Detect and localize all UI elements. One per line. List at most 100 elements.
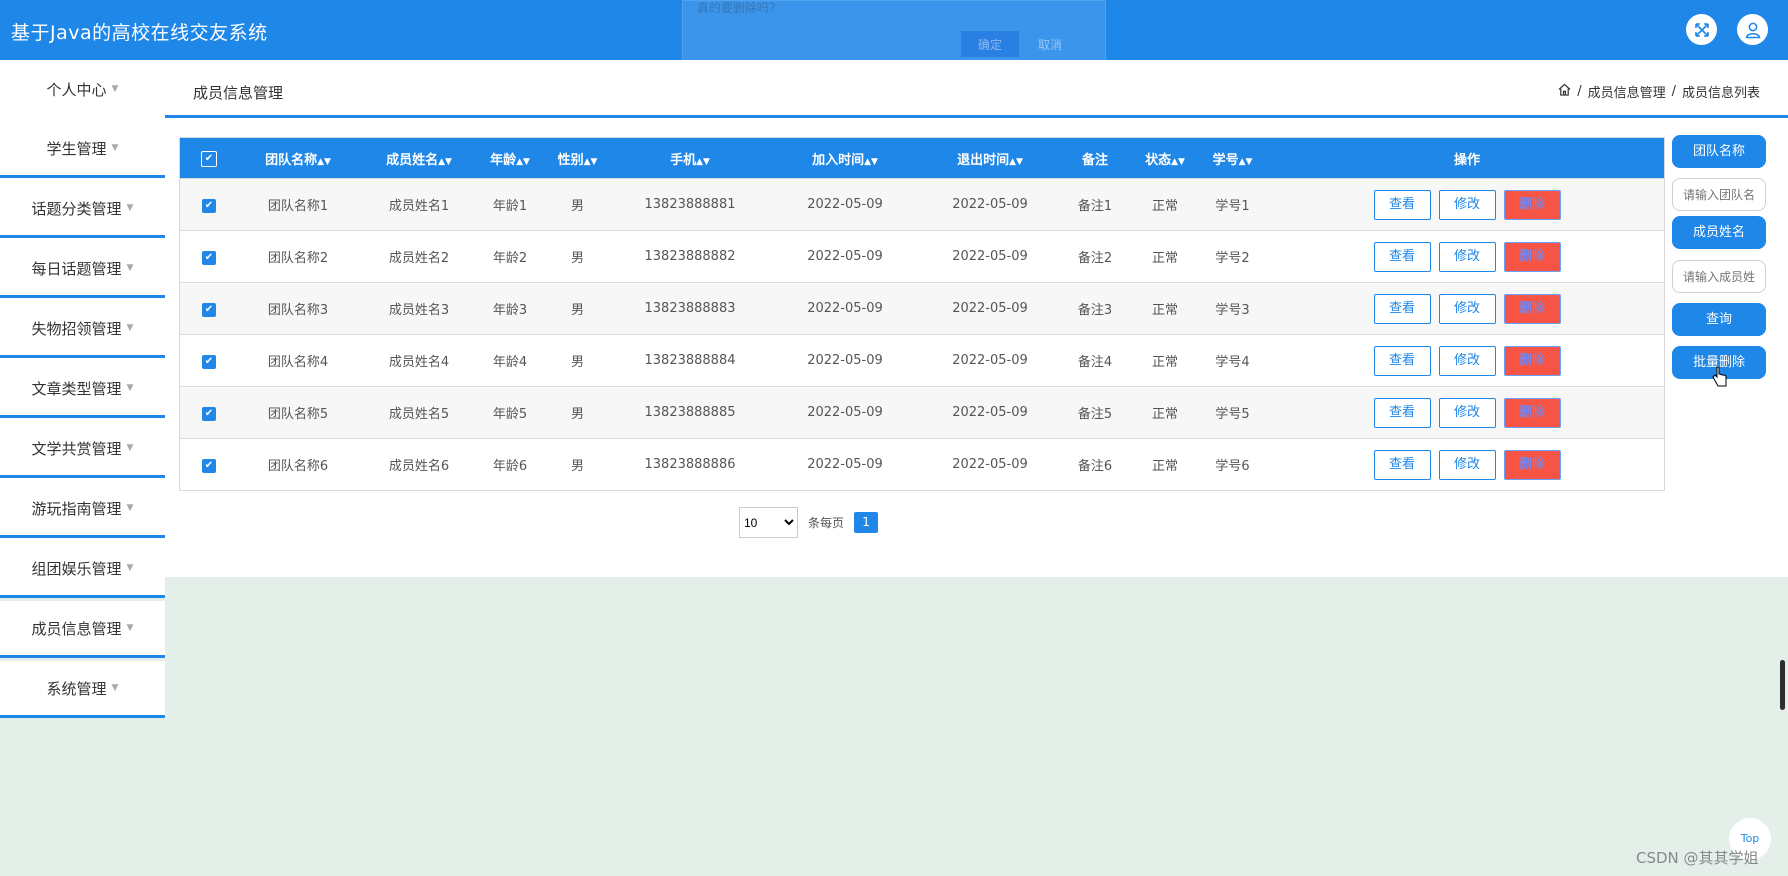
sidebar-item-group-entertainment[interactable]: 组团娱乐管理 ▼ <box>0 541 165 598</box>
member-name-search-input[interactable] <box>1672 260 1766 293</box>
team-name-label-button[interactable]: 团队名称 <box>1672 135 1766 168</box>
view-button[interactable]: 查看 <box>1373 449 1431 480</box>
select-all-checkbox[interactable]: ✔ <box>201 150 217 167</box>
table-cell: 2022-05-09 <box>765 282 925 335</box>
select-all-cell: ✔ <box>180 138 238 179</box>
page-number-1[interactable]: 1 <box>854 512 879 533</box>
sidebar-item-members[interactable]: 成员信息管理 ▼ <box>0 601 165 658</box>
column-header-status[interactable]: 状态▲▼ <box>1135 138 1195 179</box>
column-header-team-name[interactable]: 团队名称▲▼ <box>238 138 358 179</box>
table-cell: 团队名称3 <box>238 282 358 335</box>
row-checkbox-cell: ✔ <box>180 282 238 335</box>
caret-down-icon: ▼ <box>126 323 134 333</box>
sidebar-item-literature[interactable]: 文学共赏管理 ▼ <box>0 421 165 478</box>
edit-button[interactable]: 修改 <box>1438 449 1496 480</box>
edit-button[interactable]: 修改 <box>1438 397 1496 428</box>
query-button[interactable]: 查询 <box>1672 303 1766 336</box>
confirm-cancel-button[interactable]: 取消 <box>1021 31 1079 57</box>
sort-icon: ▲▼ <box>317 156 331 167</box>
sidebar-item-label: 成员信息管理 <box>31 619 122 638</box>
table-cell: 年龄6 <box>480 438 540 490</box>
home-icon[interactable] <box>1558 83 1571 100</box>
table-cell: 学号2 <box>1195 230 1270 283</box>
confirm-message: 真的要删除吗？ <box>697 1 782 15</box>
page-size-select[interactable]: 10 <box>739 507 798 538</box>
sort-icon: ▲▼ <box>438 156 452 167</box>
column-header-remarks: 备注 <box>1055 138 1135 179</box>
column-header-student-id[interactable]: 学号▲▼ <box>1195 138 1270 179</box>
delete-button[interactable]: 删除 <box>1503 345 1561 376</box>
team-name-search-input[interactable] <box>1672 178 1766 211</box>
fullscreen-icon[interactable] <box>1686 14 1717 45</box>
sidebar-item-article-types[interactable]: 文章类型管理 ▼ <box>0 361 165 418</box>
table-cell: 团队名称4 <box>238 334 358 387</box>
table-cell: 男 <box>540 282 615 335</box>
table-cell: 成员姓名4 <box>358 334 480 387</box>
scrollbar-thumb[interactable] <box>1780 660 1785 710</box>
column-header-gender[interactable]: 性别▲▼ <box>540 138 615 179</box>
edit-button[interactable]: 修改 <box>1438 241 1496 272</box>
delete-button[interactable]: 删除 <box>1503 449 1561 480</box>
sort-icon: ▲▼ <box>696 156 710 167</box>
sidebar-item-daily-topics[interactable]: 每日话题管理 ▼ <box>0 241 165 298</box>
row-checkbox-cell: ✔ <box>180 438 238 490</box>
table-row: ✔ 团队名称2 成员姓名2 年龄2 男 13823888882 2022-05-09 2022… <box>180 230 1664 283</box>
row-checkbox[interactable]: ✔ <box>202 250 216 265</box>
table-row: ✔ 团队名称1 成员姓名1 年龄1 男 13823888881 2022-05-09 2022… <box>180 178 1664 231</box>
edit-button[interactable]: 修改 <box>1438 189 1496 220</box>
view-button[interactable]: 查看 <box>1373 345 1431 376</box>
table-cell: 13823888882 <box>615 230 765 283</box>
row-checkbox[interactable]: ✔ <box>202 458 216 473</box>
row-checkbox[interactable]: ✔ <box>202 406 216 421</box>
column-header-join-time[interactable]: 加入时间▲▼ <box>765 138 925 179</box>
table-cell: 学号1 <box>1195 178 1270 231</box>
sidebar-item-system[interactable]: 系统管理 ▼ <box>0 661 165 718</box>
table-row: ✔ 团队名称3 成员姓名3 年龄3 男 13823888883 2022-05-09 2022… <box>180 282 1664 335</box>
view-button[interactable]: 查看 <box>1373 397 1431 428</box>
sort-icon: ▲▼ <box>1171 156 1185 167</box>
user-avatar-icon[interactable] <box>1737 14 1768 45</box>
row-checkbox[interactable]: ✔ <box>202 354 216 369</box>
table-cell: 成员姓名1 <box>358 178 480 231</box>
breadcrumb-item-members[interactable]: 成员信息管理 <box>1588 82 1666 101</box>
view-button[interactable]: 查看 <box>1373 293 1431 324</box>
view-button[interactable]: 查看 <box>1373 241 1431 272</box>
table-cell: 2022-05-09 <box>765 334 925 387</box>
table-cell: 成员姓名3 <box>358 282 480 335</box>
breadcrumb-separator: / <box>1671 84 1676 99</box>
delete-button[interactable]: 删除 <box>1503 293 1561 324</box>
member-name-label-button[interactable]: 成员姓名 <box>1672 216 1766 249</box>
actions-cell: 查看 修改 删除 <box>1270 230 1664 283</box>
edit-button[interactable]: 修改 <box>1438 345 1496 376</box>
sidebar-item-lost-found[interactable]: 失物招领管理 ▼ <box>0 301 165 358</box>
sidebar-item-students[interactable]: 学生管理 ▼ <box>0 121 165 178</box>
row-checkbox[interactable]: ✔ <box>202 198 216 213</box>
delete-button[interactable]: 删除 <box>1503 241 1561 272</box>
delete-button[interactable]: 删除 <box>1503 189 1561 220</box>
row-checkbox-cell: ✔ <box>180 334 238 387</box>
row-checkbox-cell: ✔ <box>180 178 238 231</box>
sidebar-item-personal-center[interactable]: 个人中心 ▼ <box>0 60 165 118</box>
sidebar-item-travel-guides[interactable]: 游玩指南管理 ▼ <box>0 481 165 538</box>
sidebar-item-topic-categories[interactable]: 话题分类管理 ▼ <box>0 181 165 238</box>
app-title: 基于Java的高校在线交友系统 <box>11 22 268 44</box>
table-cell: 正常 <box>1135 386 1195 439</box>
column-header-member-name[interactable]: 成员姓名▲▼ <box>358 138 480 179</box>
row-checkbox[interactable]: ✔ <box>202 302 216 317</box>
actions-cell: 查看 修改 删除 <box>1270 178 1664 231</box>
table-cell: 团队名称5 <box>238 386 358 439</box>
table-cell: 2022-05-09 <box>765 438 925 490</box>
column-header-age[interactable]: 年龄▲▼ <box>480 138 540 179</box>
table-cell: 学号3 <box>1195 282 1270 335</box>
actions-cell: 查看 修改 删除 <box>1270 282 1664 335</box>
table-header-row: ✔ 团队名称▲▼ 成员姓名▲▼ 年龄▲▼ 性别▲▼ 手机▲▼ 加入时间▲▼ 退出… <box>180 138 1664 179</box>
view-button[interactable]: 查看 <box>1373 189 1431 220</box>
delete-button[interactable]: 删除 <box>1503 397 1561 428</box>
column-header-exit-time[interactable]: 退出时间▲▼ <box>925 138 1055 179</box>
breadcrumb-separator: / <box>1577 84 1582 99</box>
table-cell: 13823888883 <box>615 282 765 335</box>
edit-button[interactable]: 修改 <box>1438 293 1496 324</box>
table-cell: 男 <box>540 386 615 439</box>
confirm-ok-button[interactable]: 确定 <box>961 31 1019 57</box>
column-header-phone[interactable]: 手机▲▼ <box>615 138 765 179</box>
